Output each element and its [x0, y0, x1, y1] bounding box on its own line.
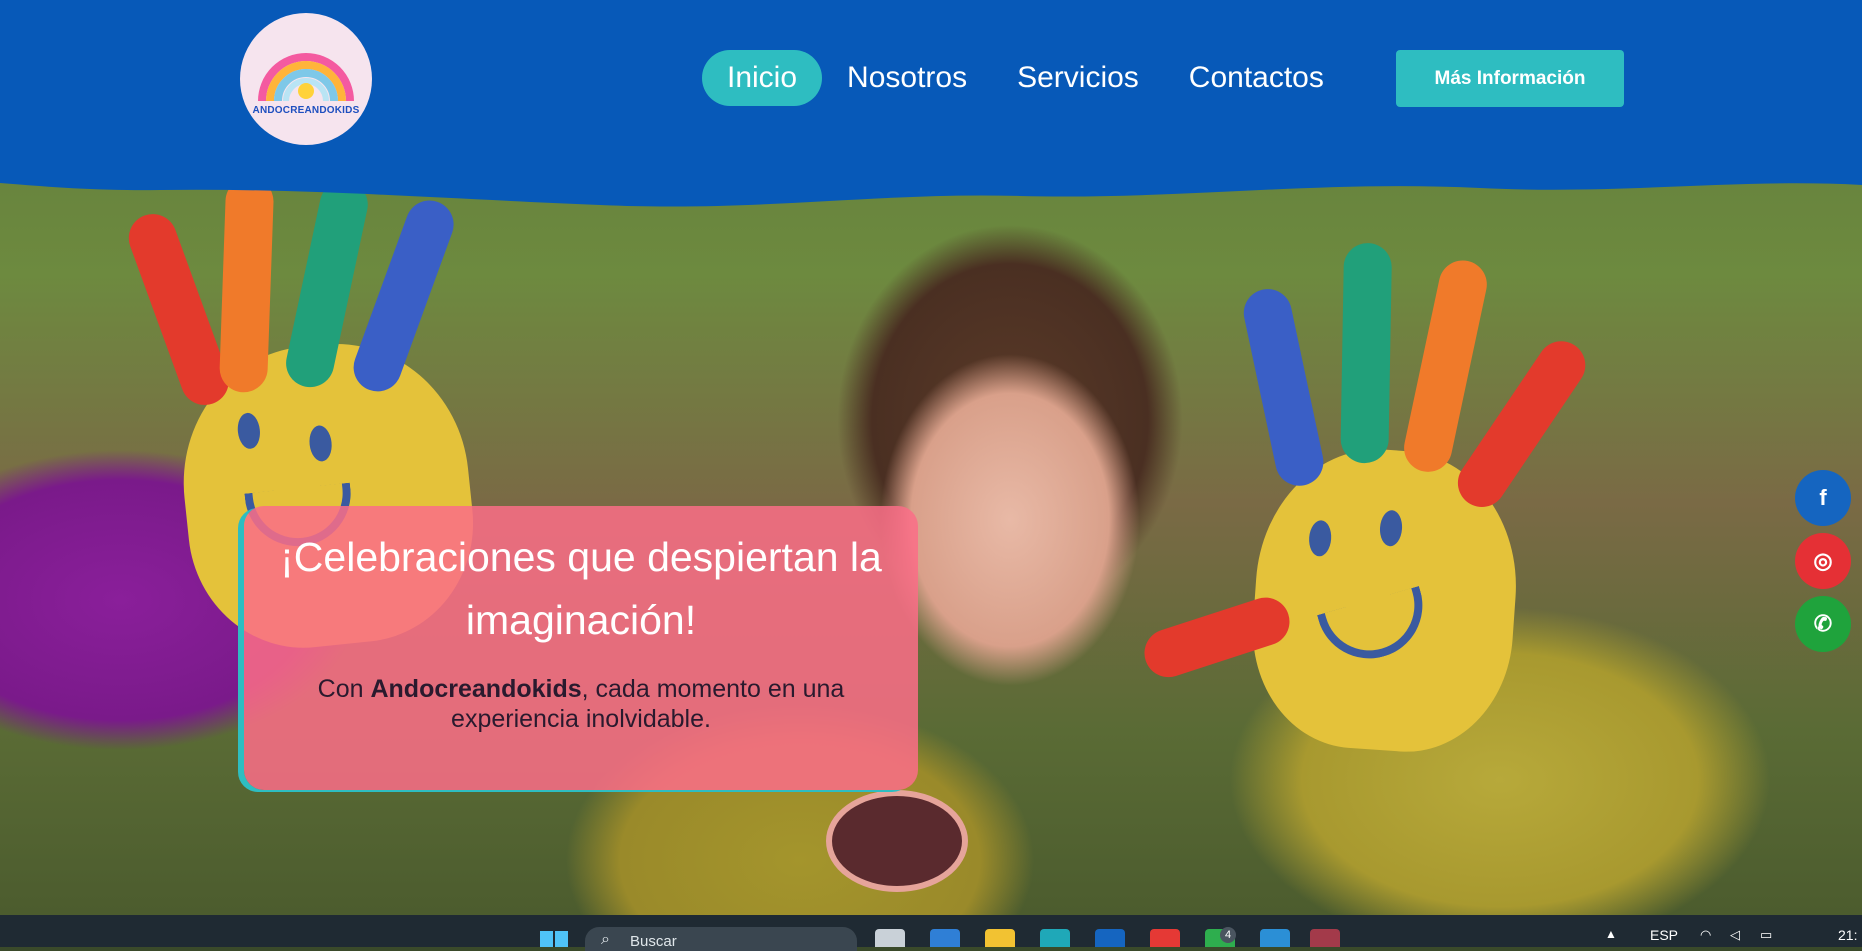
os-taskbar: ⌕ Buscar 4 ▲ ESP ◠ ◁ ▭ 21:	[0, 915, 1862, 951]
battery-icon[interactable]: ▭	[1760, 927, 1772, 943]
active-app-icon[interactable]	[1310, 929, 1340, 947]
taskbar-search[interactable]: ⌕ Buscar	[585, 927, 857, 951]
painted-hand-right	[1138, 242, 1595, 759]
hero-description: Con Andocreandokids, cada momento en una…	[284, 674, 878, 734]
language-indicator[interactable]: ESP	[1650, 927, 1678, 943]
nav-item-inicio[interactable]: Inicio	[702, 50, 823, 106]
whatsapp-icon: ✆	[1813, 611, 1833, 636]
main-nav: Inicio Nosotros Servicios Contactos	[702, 50, 1349, 106]
instagram-icon: ◎	[1813, 548, 1833, 573]
chevron-up-icon[interactable]: ▲	[1605, 927, 1617, 941]
hero-title: ¡Celebraciones que despiertan la imagina…	[280, 534, 882, 643]
site-header: ANDOCREANDOKIDS Inicio Nosotros Servicio…	[0, 0, 1862, 207]
edge-icon[interactable]	[1040, 929, 1070, 947]
taskbar-search-placeholder: Buscar	[630, 933, 677, 950]
folder-icon[interactable]	[985, 929, 1015, 947]
clock[interactable]: 21:	[1838, 927, 1857, 943]
child-mouth	[826, 790, 968, 892]
whatsapp-button[interactable]: ✆	[1795, 596, 1851, 652]
hero-text-prefix: Con	[317, 675, 371, 703]
vscode-icon[interactable]	[930, 929, 960, 947]
rainbow-logo-icon	[258, 53, 354, 102]
chrome-icon[interactable]	[1150, 929, 1180, 947]
browser-icon[interactable]	[1260, 929, 1290, 947]
volume-icon[interactable]: ◁	[1730, 927, 1740, 943]
more-info-button[interactable]: Más Información	[1396, 50, 1624, 107]
search-icon: ⌕	[601, 931, 610, 948]
hero-text-brand: Andocreandokids	[370, 675, 582, 703]
nav-item-contactos[interactable]: Contactos	[1164, 50, 1349, 106]
notification-badge: 4	[1220, 927, 1236, 943]
logo-brand-text: ANDOCREANDOKIDS	[252, 105, 360, 116]
nav-item-servicios[interactable]: Servicios	[992, 50, 1164, 106]
windows-start-icon[interactable]	[540, 931, 568, 947]
facebook-icon: f	[1819, 485, 1827, 510]
facebook-button[interactable]: f	[1795, 470, 1851, 526]
logo[interactable]: ANDOCREANDOKIDS	[240, 13, 372, 145]
outlook-icon[interactable]	[1095, 929, 1125, 947]
wifi-icon[interactable]: ◠	[1700, 927, 1711, 943]
task-view-icon[interactable]	[875, 929, 905, 947]
hero-promo-card: ¡Celebraciones que despiertan la imagina…	[244, 506, 918, 790]
nav-item-nosotros[interactable]: Nosotros	[822, 50, 992, 106]
instagram-button[interactable]: ◎	[1795, 533, 1851, 589]
